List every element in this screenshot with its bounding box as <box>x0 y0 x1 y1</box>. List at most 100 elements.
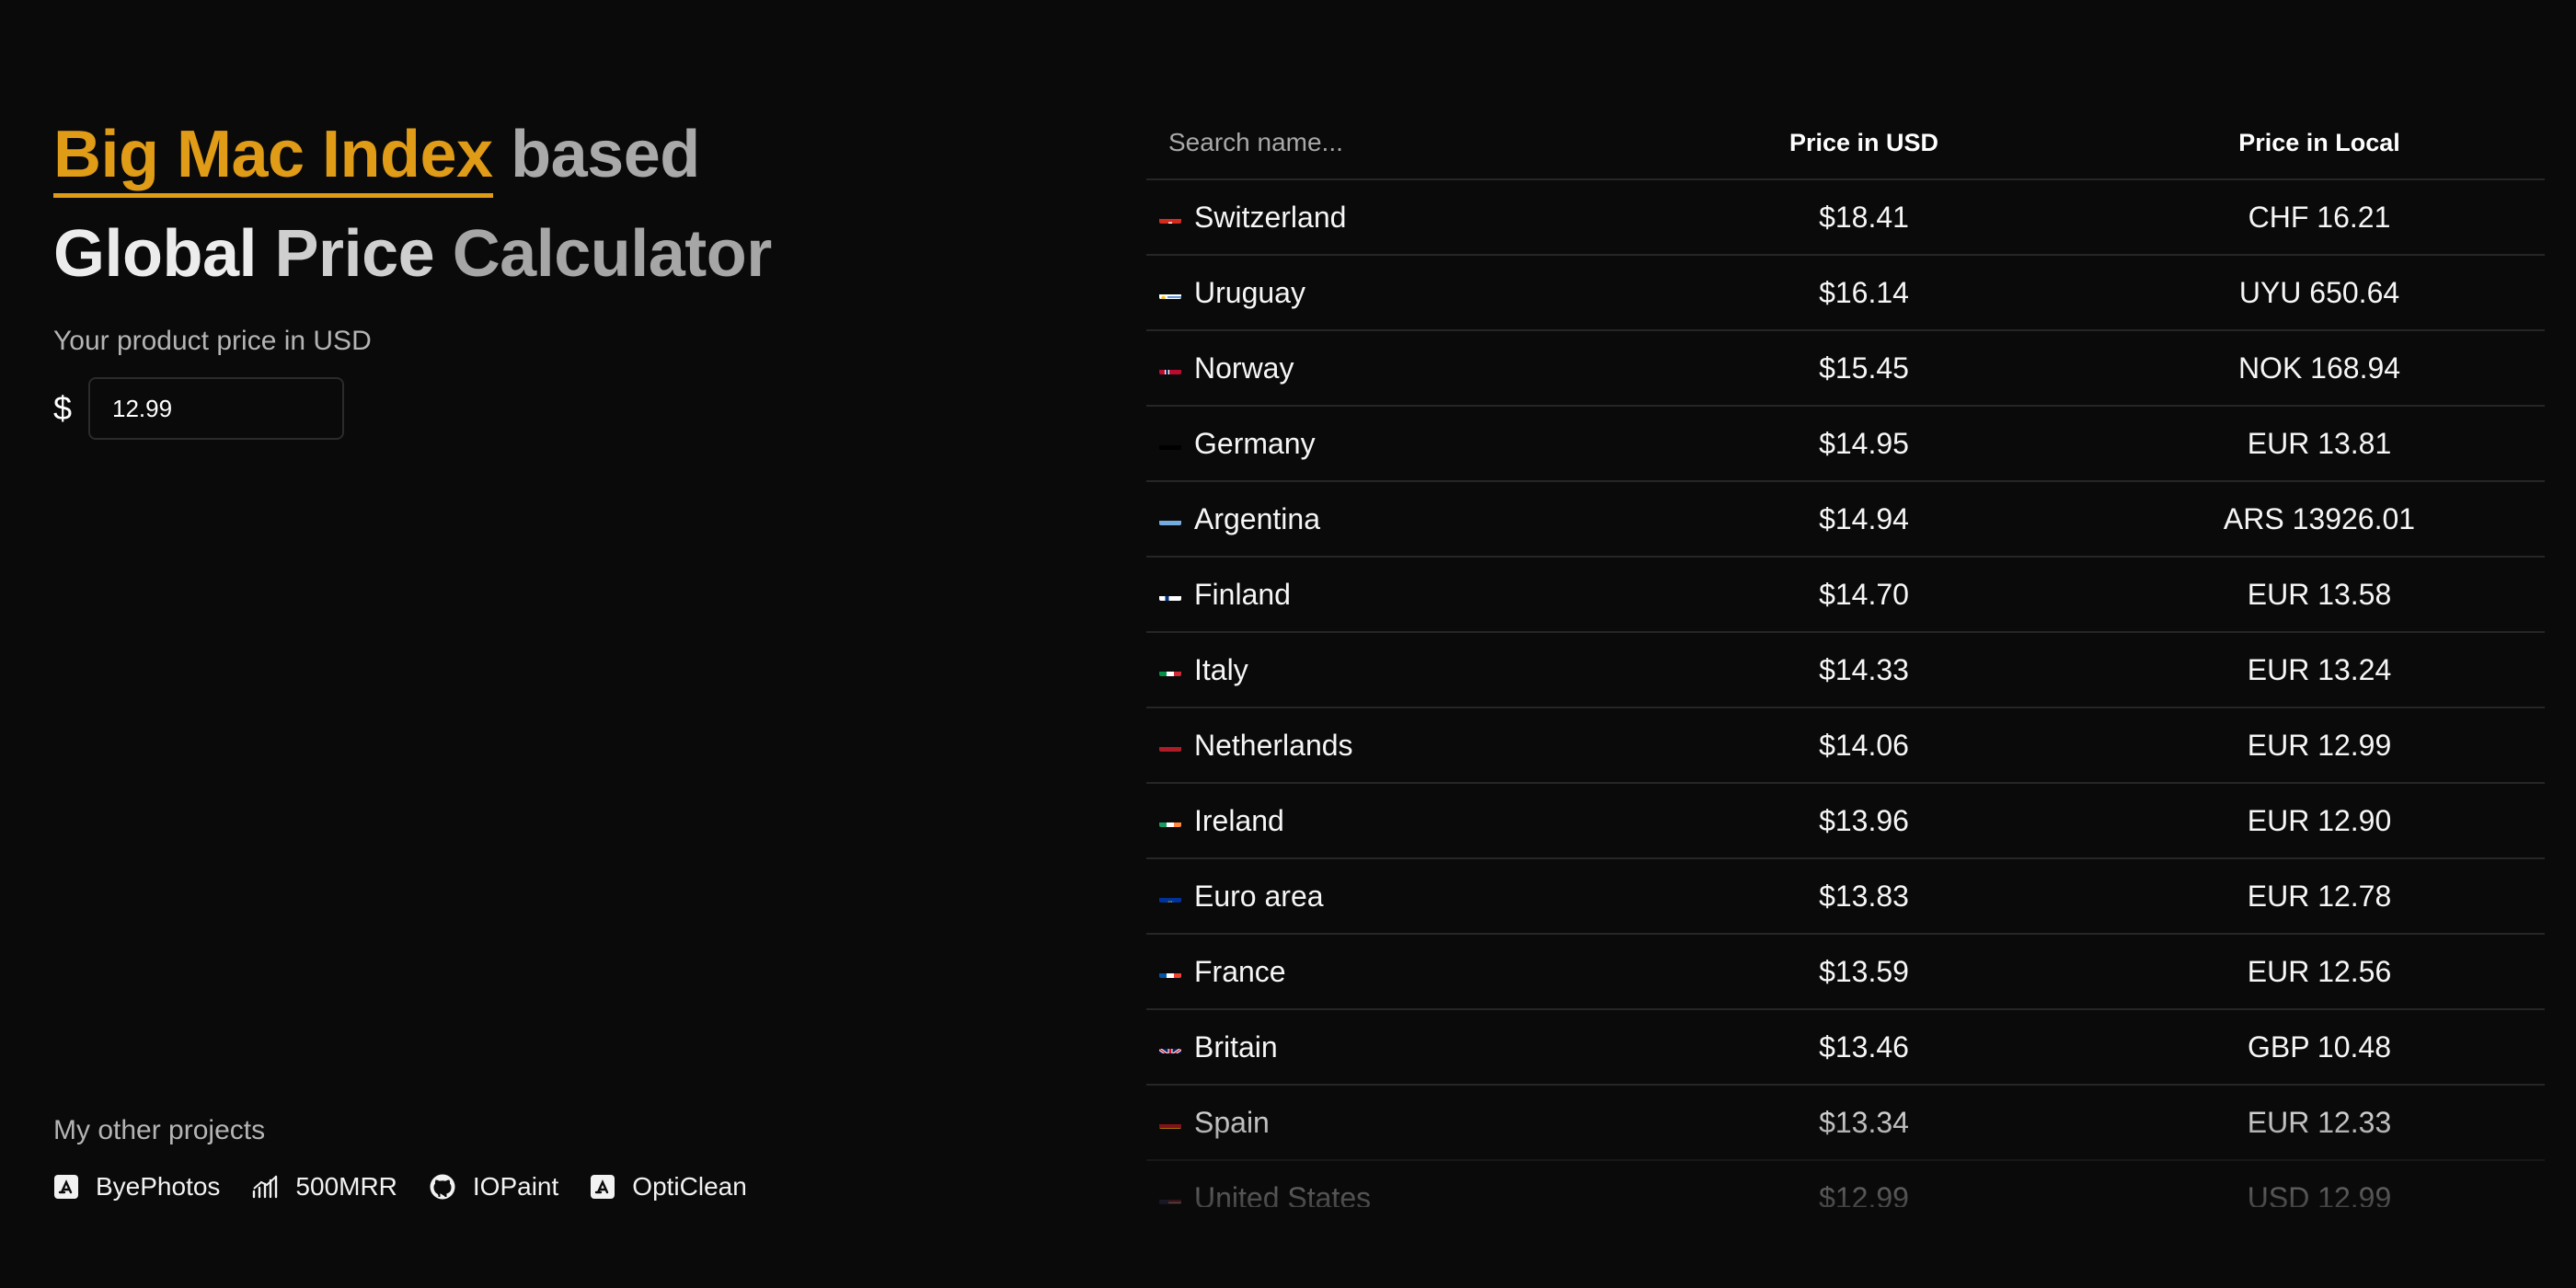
country-cell: Argentina <box>1146 500 1634 536</box>
country-cell: Norway <box>1146 350 1634 385</box>
project-link-byephotos[interactable]: ByePhotos <box>53 1172 220 1202</box>
table-row[interactable]: Britain $13.46 GBP 10.48 <box>1146 1010 2545 1086</box>
price-local: EUR 12.99 <box>2247 728 2392 762</box>
price-local: EUR 12.78 <box>2247 879 2392 913</box>
price-local: EUR 13.81 <box>2247 426 2392 460</box>
price-usd: $14.95 <box>1819 426 1909 460</box>
table-row[interactable]: Euro area $13.83 EUR 12.78 <box>1146 859 2545 935</box>
big-mac-index-link[interactable]: Big Mac Index <box>53 118 493 198</box>
price-local: EUR 13.24 <box>2247 652 2392 686</box>
search-input[interactable] <box>1159 127 1612 158</box>
britain-flag-icon <box>1159 1038 1181 1053</box>
price-local: EUR 12.56 <box>2247 954 2392 988</box>
country-name: Ireland <box>1194 804 1284 838</box>
germany-flag-icon <box>1159 434 1181 450</box>
calculator-panel: Big Mac Index based Global Price Calcula… <box>53 109 1065 440</box>
price-usd: $13.83 <box>1819 879 1909 913</box>
price-local: EUR 12.90 <box>2247 803 2392 837</box>
column-header-local[interactable]: Price in Local <box>2094 129 2545 157</box>
france-flag-icon <box>1159 962 1181 978</box>
chart-bars-icon <box>253 1175 278 1199</box>
country-cell: Britain <box>1146 1029 1634 1064</box>
country-name: Switzerland <box>1194 201 1347 235</box>
price-usd: $14.70 <box>1819 577 1909 611</box>
country-cell: Uruguay <box>1146 274 1634 310</box>
country-name: Argentina <box>1194 502 1320 536</box>
search-cell <box>1146 127 1634 158</box>
table-row[interactable]: Uruguay $16.14 UYU 650.64 <box>1146 256 2545 331</box>
price-usd: $13.96 <box>1819 803 1909 837</box>
project-label: OptiClean <box>632 1172 747 1201</box>
table-row[interactable]: Argentina $14.94 ARS 13926.01 <box>1146 482 2545 558</box>
table-row[interactable]: Netherlands $14.06 EUR 12.99 <box>1146 708 2545 784</box>
page: Big Mac Index based Global Price Calcula… <box>0 0 2576 1288</box>
price-local: ARS 13926.01 <box>2223 501 2416 535</box>
table-clip-mask <box>0 1207 2576 1288</box>
subtitle-word-global: Global <box>53 217 258 291</box>
price-local: UYU 650.64 <box>2238 275 2400 309</box>
subtitle-word-calculator: Calculator <box>452 217 773 291</box>
price-usd: $14.94 <box>1819 501 1909 535</box>
table-row[interactable]: Spain $13.34 EUR 12.33 <box>1146 1086 2545 1161</box>
country-cell: Italy <box>1146 651 1634 687</box>
subtitle-word-price: Price <box>274 217 435 291</box>
price-local: NOK 168.94 <box>2237 351 2401 385</box>
spain-flag-icon <box>1159 1113 1181 1129</box>
table-row[interactable]: France $13.59 EUR 12.56 <box>1146 935 2545 1010</box>
column-header-usd[interactable]: Price in USD <box>1634 129 2094 157</box>
table-row[interactable]: Germany $14.95 EUR 13.81 <box>1146 407 2545 482</box>
price-usd: $18.41 <box>1819 200 1909 234</box>
table-row[interactable]: Norway $15.45 NOK 168.94 <box>1146 331 2545 407</box>
table-row[interactable]: Ireland $13.96 EUR 12.90 <box>1146 784 2545 859</box>
country-name: Spain <box>1194 1106 1270 1140</box>
github-icon <box>430 1174 455 1200</box>
price-row: $ <box>53 377 1065 440</box>
price-local: EUR 12.33 <box>2247 1105 2392 1139</box>
price-input[interactable] <box>88 377 344 440</box>
country-name: Germany <box>1194 427 1316 461</box>
country-cell: Spain <box>1146 1104 1634 1140</box>
price-usd: $16.14 <box>1819 275 1909 309</box>
price-usd: $15.45 <box>1819 351 1909 385</box>
project-label: 500MRR <box>295 1172 397 1201</box>
price-usd: $13.59 <box>1819 954 1909 988</box>
finland-flag-icon <box>1159 585 1181 601</box>
country-name: Finland <box>1194 578 1291 612</box>
page-subtitle: Global Price Calculator <box>53 208 1065 300</box>
price-usd: $14.06 <box>1819 728 1909 762</box>
country-cell: France <box>1146 953 1634 989</box>
table-row[interactable]: Switzerland $18.41 CHF 16.21 <box>1146 180 2545 256</box>
other-projects: My other projects ByePhotos 500MRR IOPai… <box>53 1115 778 1202</box>
country-name: Italy <box>1194 653 1248 687</box>
price-usd: $13.46 <box>1819 1029 1909 1064</box>
project-label: IOPaint <box>472 1172 559 1201</box>
project-label: ByePhotos <box>96 1172 221 1201</box>
country-cell: Germany <box>1146 425 1634 461</box>
title-based-word: based <box>511 118 700 191</box>
country-name: Netherlands <box>1194 729 1353 763</box>
project-link-opticlean[interactable]: OptiClean <box>590 1172 747 1202</box>
currency-symbol: $ <box>53 389 73 427</box>
price-label: Your product price in USD <box>53 326 372 356</box>
table-row[interactable]: Italy $14.33 EUR 13.24 <box>1146 633 2545 708</box>
page-title: Big Mac Index based <box>53 109 1065 201</box>
table-header: Price in USD Price in Local <box>1146 107 2545 180</box>
projects-title: My other projects <box>53 1115 266 1145</box>
table-row[interactable]: Finland $14.70 EUR 13.58 <box>1146 558 2545 633</box>
project-link-500mrr[interactable]: 500MRR <box>251 1172 397 1202</box>
netherlands-flag-icon <box>1159 736 1181 752</box>
price-usd: $13.34 <box>1819 1105 1909 1139</box>
ireland-flag-icon <box>1159 811 1181 827</box>
country-cell: Euro area <box>1146 878 1634 914</box>
app-store-icon <box>591 1175 615 1199</box>
price-usd: $14.33 <box>1819 652 1909 686</box>
country-name: Euro area <box>1194 880 1324 914</box>
country-name: Britain <box>1194 1030 1278 1064</box>
price-local: CHF 16.21 <box>2248 200 2391 234</box>
project-link-iopaint[interactable]: IOPaint <box>429 1172 558 1202</box>
country-name: Norway <box>1194 351 1294 385</box>
price-local: GBP 10.48 <box>2248 1029 2391 1064</box>
projects-list: ByePhotos 500MRR IOPaint OptiClean <box>53 1172 778 1202</box>
switzerland-flag-icon <box>1159 208 1181 224</box>
united-states-flag-icon <box>1159 1189 1181 1204</box>
